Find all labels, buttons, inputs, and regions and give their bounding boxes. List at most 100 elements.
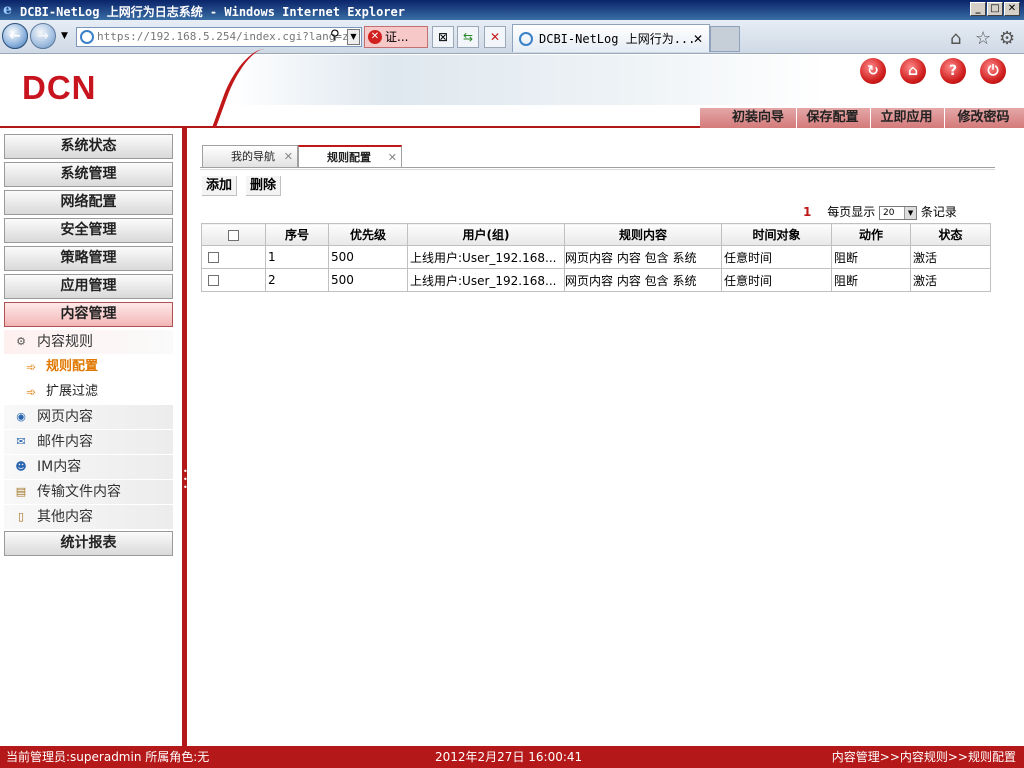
compatibility-view-icon[interactable]: ⊠: [432, 26, 454, 48]
tab-close-icon[interactable]: ✕: [693, 25, 703, 53]
add-button[interactable]: 添加: [202, 176, 238, 196]
refresh-circle-icon[interactable]: ↻: [860, 58, 886, 84]
header-menu: 初装向导 保存配置 立即应用 修改密码: [700, 108, 1024, 128]
sidebar-sub-other-content[interactable]: ▯ 其他内容: [4, 505, 173, 529]
table-row[interactable]: 2 500 上线用户:User_192.168... 网页内容 内容 包含 系统…: [201, 268, 991, 292]
cell-index: 1: [265, 245, 329, 269]
minimize-button[interactable]: _: [970, 2, 986, 16]
stop-icon[interactable]: ✕: [484, 26, 506, 48]
tab-my-navigation[interactable]: 我的导航 ✕: [202, 145, 298, 167]
subsub-label: 扩展过滤: [46, 384, 99, 399]
close-window-button[interactable]: ✕: [1004, 2, 1020, 16]
col-rule-content: 规则内容: [564, 223, 722, 246]
sub-label: 网页内容: [37, 409, 93, 425]
records-label: 条记录: [920, 205, 957, 219]
cell-action: 阻断: [831, 268, 911, 292]
cell-time-object: 任意时间: [721, 245, 832, 269]
col-status: 状态: [910, 223, 991, 246]
status-bar: 当前管理员:superadmin 所属角色:无 2012年2月27日 16:00…: [0, 746, 1024, 768]
subsub-label: 规则配置: [46, 359, 99, 374]
sub-label: 其他内容: [37, 509, 93, 525]
select-all-cell: [201, 223, 266, 246]
new-tab-button[interactable]: [710, 26, 740, 52]
arrow-icon: ➾: [26, 360, 37, 374]
im-icon: ☻: [15, 460, 27, 473]
row-checkbox[interactable]: [208, 275, 219, 286]
sidebar-sub-content-rules[interactable]: ⚙ 内容规则: [4, 330, 173, 354]
tab-close-icon[interactable]: ✕: [284, 146, 293, 167]
forward-button[interactable]: →: [30, 23, 56, 49]
mail-icon: ✉: [16, 435, 26, 448]
page-number[interactable]: 1: [803, 205, 811, 219]
sidebar-item-policy[interactable]: 策略管理: [4, 246, 173, 271]
apply-now-button[interactable]: 立即应用: [870, 108, 942, 128]
cell-index: 2: [265, 268, 329, 292]
table-row[interactable]: 1 500 上线用户:User_192.168... 网页内容 内容 包含 系统…: [201, 245, 991, 269]
sidebar-item-reports[interactable]: 统计报表: [4, 531, 173, 556]
home-circle-icon[interactable]: ⌂: [900, 58, 926, 84]
cell-user: 上线用户:User_192.168...: [407, 245, 565, 269]
tab-rule-config[interactable]: 规则配置 ✕: [298, 145, 402, 168]
cell-priority: 500: [328, 245, 408, 269]
tab-divider: [200, 167, 995, 168]
sidebar-item-system-management[interactable]: 系统管理: [4, 162, 173, 187]
sidebar-item-application[interactable]: 应用管理: [4, 274, 173, 299]
tab-close-icon[interactable]: ✕: [388, 147, 397, 168]
change-password-button[interactable]: 修改密码: [944, 108, 1022, 128]
sidebar-sub-im-content[interactable]: ☻ IM内容: [4, 455, 173, 479]
sidebar-sub-mail-content[interactable]: ✉ 邮件内容: [4, 430, 173, 454]
sidebar-sub-file-transfer[interactable]: ▤ 传输文件内容: [4, 480, 173, 504]
col-user: 用户(组): [407, 223, 565, 246]
window-title: DCBI-NetLog 上网行为日志系统 - Windows Internet …: [20, 5, 405, 19]
row-select-cell: [201, 268, 266, 292]
gear-icon: ⚙: [16, 335, 26, 348]
row-checkbox[interactable]: [208, 252, 219, 263]
tab-divider-shadow: [200, 169, 995, 170]
per-page-select[interactable]: 20 ▼: [879, 205, 918, 220]
sidebar-item-system-status[interactable]: 系统状态: [4, 134, 173, 159]
address-dropdown-icon[interactable]: ▼: [347, 29, 360, 45]
web-icon: ◉: [16, 410, 26, 423]
window-title-bar: e DCBI-NetLog 上网行为日志系统 - Windows Interne…: [0, 0, 1024, 20]
browser-tab-title: DCBI-NetLog 上网行为...: [539, 32, 696, 46]
logout-circle-icon[interactable]: ⏻: [980, 58, 1006, 84]
main-content: 我的导航 ✕ 规则配置 ✕ 添加 删除 1 每页显示 20 ▼ 条记录 序号 优…: [187, 128, 1024, 746]
col-index: 序号: [265, 223, 329, 246]
certificate-error-button[interactable]: ✕ 证...: [364, 26, 428, 48]
dropdown-arrow-icon: ▼: [904, 206, 917, 219]
sidebar-sub-rule-config[interactable]: ➾ 规则配置: [26, 356, 98, 378]
sidebar-sub-web-content[interactable]: ◉ 网页内容: [4, 405, 173, 429]
home-icon[interactable]: ⌂: [950, 28, 961, 49]
setup-wizard-button[interactable]: 初装向导: [722, 108, 794, 128]
row-select-cell: [201, 245, 266, 269]
cell-time-object: 任意时间: [721, 268, 832, 292]
sidebar-item-content[interactable]: 内容管理: [4, 302, 173, 327]
sidebar-sub-extended-filter[interactable]: ➾ 扩展过滤: [26, 381, 98, 403]
save-config-button[interactable]: 保存配置: [796, 108, 868, 128]
address-bar[interactable]: https://192.168.5.254/index.cgi?lang=z: [76, 27, 362, 47]
sidebar-item-network-config[interactable]: 网络配置: [4, 190, 173, 215]
app-header: DCN ↻ ⌂ ? ⏻ 初装向导 保存配置 立即应用 修改密码: [0, 49, 1024, 129]
refresh-icon[interactable]: ⇆: [457, 26, 479, 48]
back-button[interactable]: ←: [2, 23, 28, 49]
search-icon[interactable]: ⚲: [330, 28, 340, 43]
cell-status: 激活: [910, 245, 991, 269]
per-page-value: 20: [883, 207, 895, 218]
history-dropdown-icon[interactable]: ▼: [61, 31, 68, 41]
ie-page-icon: [80, 30, 94, 44]
cert-error-icon: ✕: [368, 30, 382, 44]
tools-gear-icon[interactable]: ⚙: [999, 28, 1015, 49]
file-icon: ▤: [15, 485, 27, 498]
col-time-object: 时间对象: [721, 223, 832, 246]
sidebar-item-security[interactable]: 安全管理: [4, 218, 173, 243]
current-datetime: 2012年2月27日 16:00:41: [435, 750, 583, 764]
favorites-star-icon[interactable]: ☆: [975, 28, 991, 49]
cell-status: 激活: [910, 268, 991, 292]
status-breadcrumb: 内容管理>>内容规则>>规则配置: [831, 750, 1016, 764]
help-circle-icon[interactable]: ?: [940, 58, 966, 84]
maximize-button[interactable]: □: [987, 2, 1003, 16]
delete-button[interactable]: 删除: [246, 176, 282, 196]
select-all-checkbox[interactable]: [228, 229, 239, 241]
browser-tab[interactable]: DCBI-NetLog 上网行为... ✕: [512, 24, 710, 52]
browser-toolbar: ← → ▼ https://192.168.5.254/index.cgi?la…: [0, 20, 1024, 54]
